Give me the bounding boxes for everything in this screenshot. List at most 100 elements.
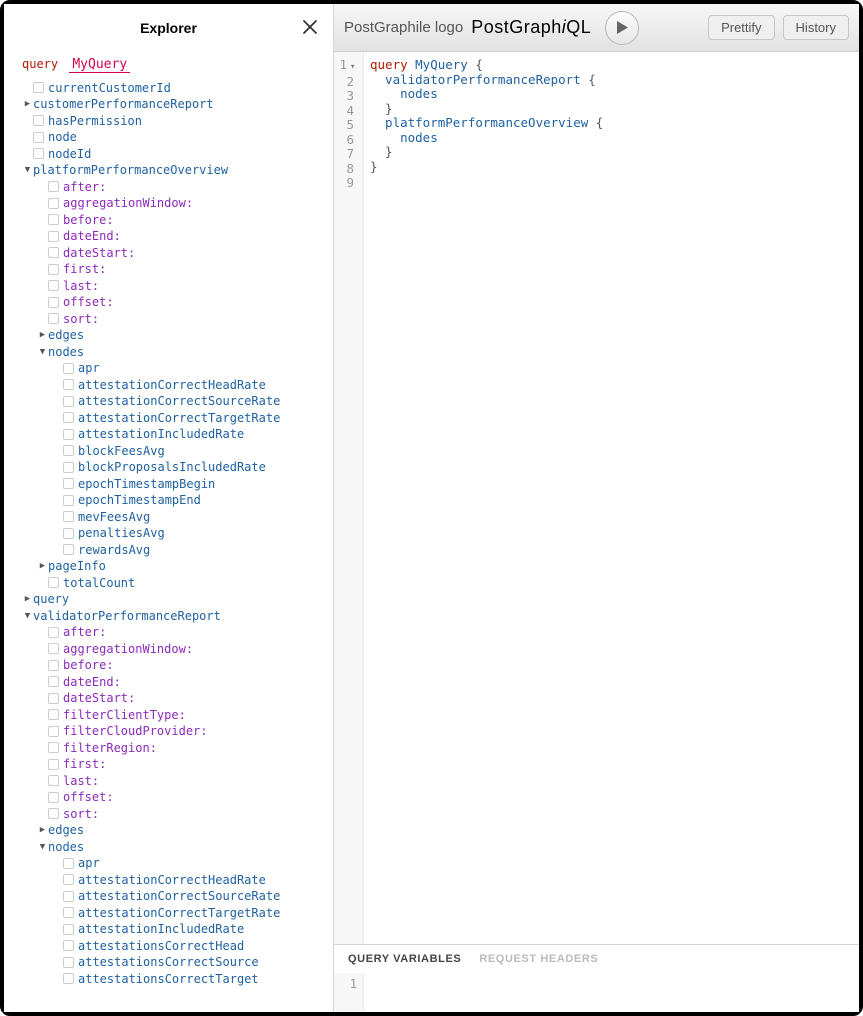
tree-row[interactable]: before <box>22 657 321 674</box>
chevron-down-icon[interactable]: ▼ <box>22 608 33 625</box>
tree-row[interactable]: attestationsCorrectSource <box>22 954 321 971</box>
tree-row[interactable]: ▼nodes <box>22 839 321 856</box>
field-checkbox[interactable] <box>48 214 59 225</box>
field-checkbox[interactable] <box>48 627 59 638</box>
tree-row[interactable]: filterClientType <box>22 707 321 724</box>
chevron-down-icon[interactable]: ▼ <box>37 839 48 856</box>
field-checkbox[interactable] <box>48 792 59 803</box>
chevron-right-icon[interactable]: ▶ <box>22 96 33 113</box>
run-button[interactable] <box>605 11 639 45</box>
field-checkbox[interactable] <box>33 115 44 126</box>
field-checkbox[interactable] <box>48 808 59 819</box>
chevron-down-icon[interactable]: ▼ <box>22 162 33 179</box>
tree-row[interactable]: nodeId <box>22 146 321 163</box>
tree-row[interactable]: apr <box>22 855 321 872</box>
tree-row[interactable]: aggregationWindow <box>22 195 321 212</box>
tree-row[interactable]: attestationCorrectHeadRate <box>22 872 321 889</box>
tree-row[interactable]: ▶pageInfo <box>22 558 321 575</box>
tree-row[interactable]: penaltiesAvg <box>22 525 321 542</box>
tree-row[interactable]: attestationIncludedRate <box>22 921 321 938</box>
field-checkbox[interactable] <box>33 82 44 93</box>
editor-code[interactable]: query MyQuery { validatorPerformanceRepo… <box>364 52 603 944</box>
field-checkbox[interactable] <box>48 264 59 275</box>
field-checkbox[interactable] <box>48 247 59 258</box>
explorer-tree[interactable]: query MyQuery currentCustomerId▶customer… <box>4 52 333 1012</box>
field-checkbox[interactable] <box>48 280 59 291</box>
tree-row[interactable]: epochTimestampBegin <box>22 476 321 493</box>
tree-row[interactable]: attestationCorrectSourceRate <box>22 393 321 410</box>
tree-row[interactable]: offset <box>22 294 321 311</box>
tree-row[interactable]: epochTimestampEnd <box>22 492 321 509</box>
field-checkbox[interactable] <box>48 726 59 737</box>
field-checkbox[interactable] <box>48 577 59 588</box>
tree-row[interactable]: sort <box>22 311 321 328</box>
field-checkbox[interactable] <box>33 132 44 143</box>
tree-row[interactable]: attestationCorrectHeadRate <box>22 377 321 394</box>
field-checkbox[interactable] <box>63 462 74 473</box>
tree-row[interactable]: after <box>22 624 321 641</box>
field-checkbox[interactable] <box>33 148 44 159</box>
query-operation-line[interactable]: query MyQuery <box>22 56 321 74</box>
field-checkbox[interactable] <box>63 907 74 918</box>
field-checkbox[interactable] <box>63 528 74 539</box>
tree-row[interactable]: blockFeesAvg <box>22 443 321 460</box>
field-checkbox[interactable] <box>63 363 74 374</box>
variables-editor[interactable]: 1 <box>334 973 859 1012</box>
tree-row[interactable]: first <box>22 261 321 278</box>
tree-row[interactable]: node <box>22 129 321 146</box>
chevron-down-icon[interactable]: ▼ <box>37 344 48 361</box>
field-checkbox[interactable] <box>63 495 74 506</box>
chevron-right-icon[interactable]: ▶ <box>37 558 48 575</box>
tree-row[interactable]: attestationsCorrectTarget <box>22 971 321 988</box>
tree-row[interactable]: sort <box>22 806 321 823</box>
tree-row[interactable]: rewardsAvg <box>22 542 321 559</box>
tree-row[interactable]: attestationIncludedRate <box>22 426 321 443</box>
field-checkbox[interactable] <box>63 511 74 522</box>
tree-row[interactable]: ▶customerPerformanceReport <box>22 96 321 113</box>
tree-row[interactable]: hasPermission <box>22 113 321 130</box>
close-icon[interactable] <box>301 18 319 39</box>
chevron-right-icon[interactable]: ▶ <box>37 327 48 344</box>
prettify-button[interactable]: Prettify <box>708 15 774 40</box>
tree-row[interactable]: ▼platformPerformanceOverview <box>22 162 321 179</box>
field-checkbox[interactable] <box>63 924 74 935</box>
tree-row[interactable]: ▶edges <box>22 327 321 344</box>
field-checkbox[interactable] <box>48 775 59 786</box>
field-checkbox[interactable] <box>63 445 74 456</box>
tree-row[interactable]: before <box>22 212 321 229</box>
field-checkbox[interactable] <box>48 643 59 654</box>
field-checkbox[interactable] <box>63 379 74 390</box>
tree-row[interactable]: offset <box>22 789 321 806</box>
tree-row[interactable]: apr <box>22 360 321 377</box>
tree-row[interactable]: aggregationWindow <box>22 641 321 658</box>
field-checkbox[interactable] <box>63 858 74 869</box>
field-checkbox[interactable] <box>48 297 59 308</box>
field-checkbox[interactable] <box>48 313 59 324</box>
tree-row[interactable]: attestationCorrectSourceRate <box>22 888 321 905</box>
fold-icon[interactable]: ▾ <box>347 60 354 75</box>
field-checkbox[interactable] <box>48 693 59 704</box>
field-checkbox[interactable] <box>48 709 59 720</box>
field-checkbox[interactable] <box>48 660 59 671</box>
tab-query-variables[interactable]: QUERY VARIABLES <box>348 953 461 965</box>
tree-row[interactable]: currentCustomerId <box>22 80 321 97</box>
tree-row[interactable]: after <box>22 179 321 196</box>
field-checkbox[interactable] <box>63 478 74 489</box>
chevron-right-icon[interactable]: ▶ <box>37 822 48 839</box>
field-checkbox[interactable] <box>63 396 74 407</box>
field-checkbox[interactable] <box>63 973 74 984</box>
tree-row[interactable]: mevFeesAvg <box>22 509 321 526</box>
tree-row[interactable]: ▼nodes <box>22 344 321 361</box>
chevron-right-icon[interactable]: ▶ <box>22 591 33 608</box>
field-checkbox[interactable] <box>63 957 74 968</box>
field-checkbox[interactable] <box>63 891 74 902</box>
field-checkbox[interactable] <box>48 231 59 242</box>
field-checkbox[interactable] <box>63 412 74 423</box>
field-checkbox[interactable] <box>63 940 74 951</box>
tree-row[interactable]: filterRegion <box>22 740 321 757</box>
field-checkbox[interactable] <box>48 181 59 192</box>
field-checkbox[interactable] <box>48 676 59 687</box>
tree-row[interactable]: blockProposalsIncludedRate <box>22 459 321 476</box>
query-name-input[interactable]: MyQuery <box>69 57 130 73</box>
field-checkbox[interactable] <box>48 742 59 753</box>
